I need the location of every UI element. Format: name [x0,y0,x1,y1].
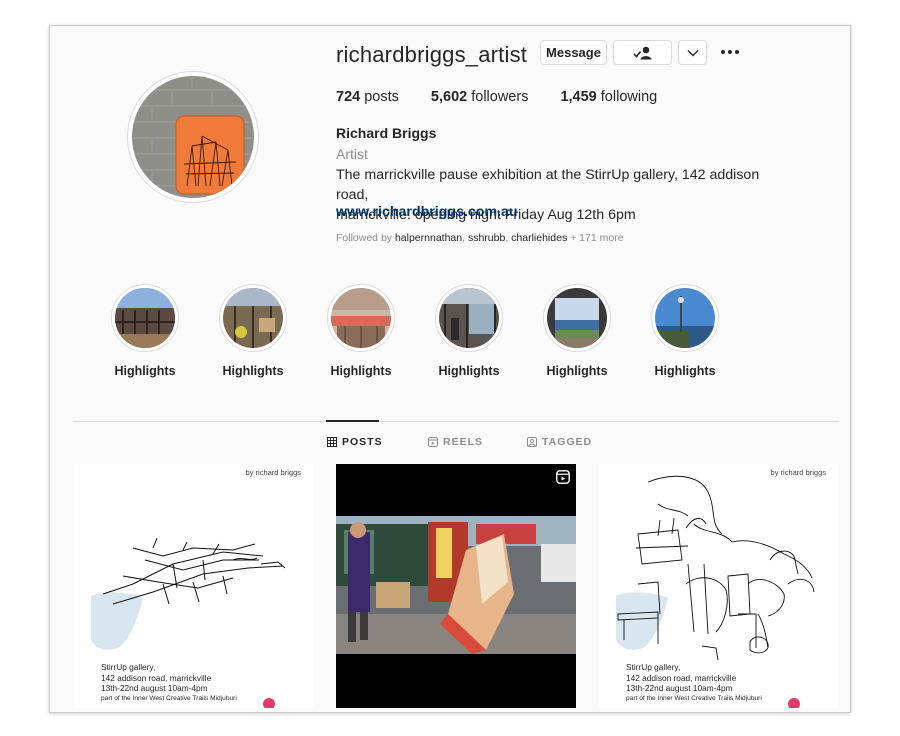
followed-by[interactable]: Followed by halpernnathan, sshrubb, char… [336,232,624,244]
profile-page: richardbriggs_artist Message 724 posts 5… [49,25,851,713]
highlight-item[interactable]: Highlights [213,284,293,378]
more-options-icon[interactable] [720,44,742,60]
highlight-image [223,288,283,348]
highlight-label: Highlights [114,364,176,378]
highlight-image [655,288,715,348]
highlight-label: Highlights [546,364,608,378]
highlight-item[interactable]: Highlights [645,284,725,378]
tagged-icon [527,437,537,447]
highlight-item[interactable]: Highlights [537,284,617,378]
following-button[interactable] [613,40,672,65]
post-tile-reel[interactable] [336,464,576,708]
username: richardbriggs_artist [336,42,528,67]
highlight-image [439,288,499,348]
message-button[interactable]: Message [540,40,607,65]
logo-badge [788,698,800,708]
post-tile[interactable]: by richard briggs StirrUp gallery, 142 a… [73,464,313,708]
avatar[interactable] [132,76,254,198]
highlight-image [115,288,175,348]
highlight-item[interactable]: Highlights [105,284,185,378]
following-count[interactable]: 1,459 following [560,89,657,105]
highlight-image [331,288,391,348]
website-link[interactable]: www.richardbriggs.com.au [336,204,518,220]
tabs-divider [73,421,839,422]
logo-badge [263,698,275,708]
highlight-label: Highlights [222,364,284,378]
profile-stats: 724 posts 5,602 followers 1,459 followin… [336,89,689,105]
post-tile[interactable]: by richard briggs StirrUp gallery, 142 a… [598,464,838,708]
tab-tagged[interactable]: TAGGED [527,436,592,448]
chevron-down-icon [687,49,698,56]
tab-reels[interactable]: REELS [428,436,483,448]
highlight-label: Highlights [438,364,500,378]
grid-icon [327,437,337,447]
suggested-dropdown-button[interactable] [678,40,707,65]
person-check-icon [632,46,651,59]
highlight-item[interactable]: Highlights [321,284,401,378]
highlight-image [547,288,607,348]
profile-category: Artist [336,146,368,162]
followers-count[interactable]: 5,602 followers [431,89,529,105]
highlight-label: Highlights [654,364,716,378]
highlight-item[interactable]: Highlights [429,284,509,378]
post-caption: StirrUp gallery, 142 addison road, marri… [101,662,237,702]
post-caption: StirrUp gallery, 142 addison road, marri… [626,662,762,702]
posts-count: 724 posts [336,89,399,105]
post-photo [336,516,576,654]
tab-posts[interactable]: POSTS [327,436,383,448]
profile-name: Richard Briggs [336,125,437,141]
active-tab-indicator [326,420,379,422]
highlight-label: Highlights [330,364,392,378]
reels-icon [428,437,438,447]
